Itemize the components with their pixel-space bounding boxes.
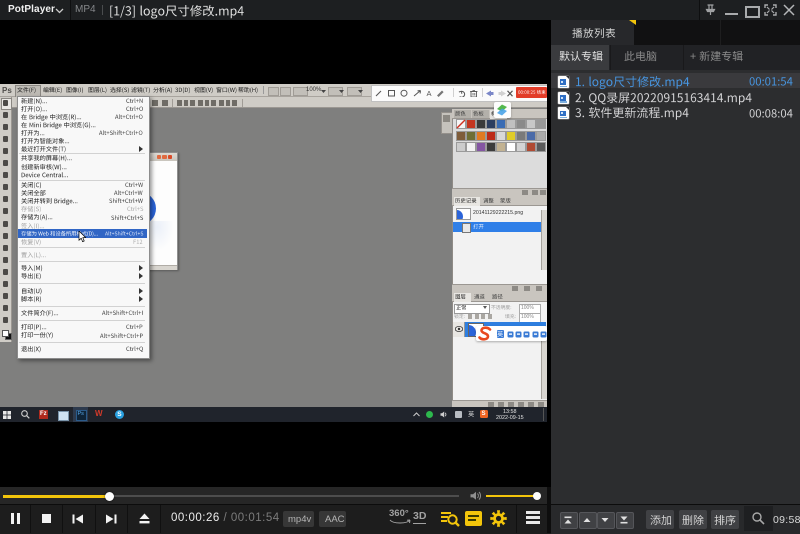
svg-text:A: A (427, 89, 432, 97)
